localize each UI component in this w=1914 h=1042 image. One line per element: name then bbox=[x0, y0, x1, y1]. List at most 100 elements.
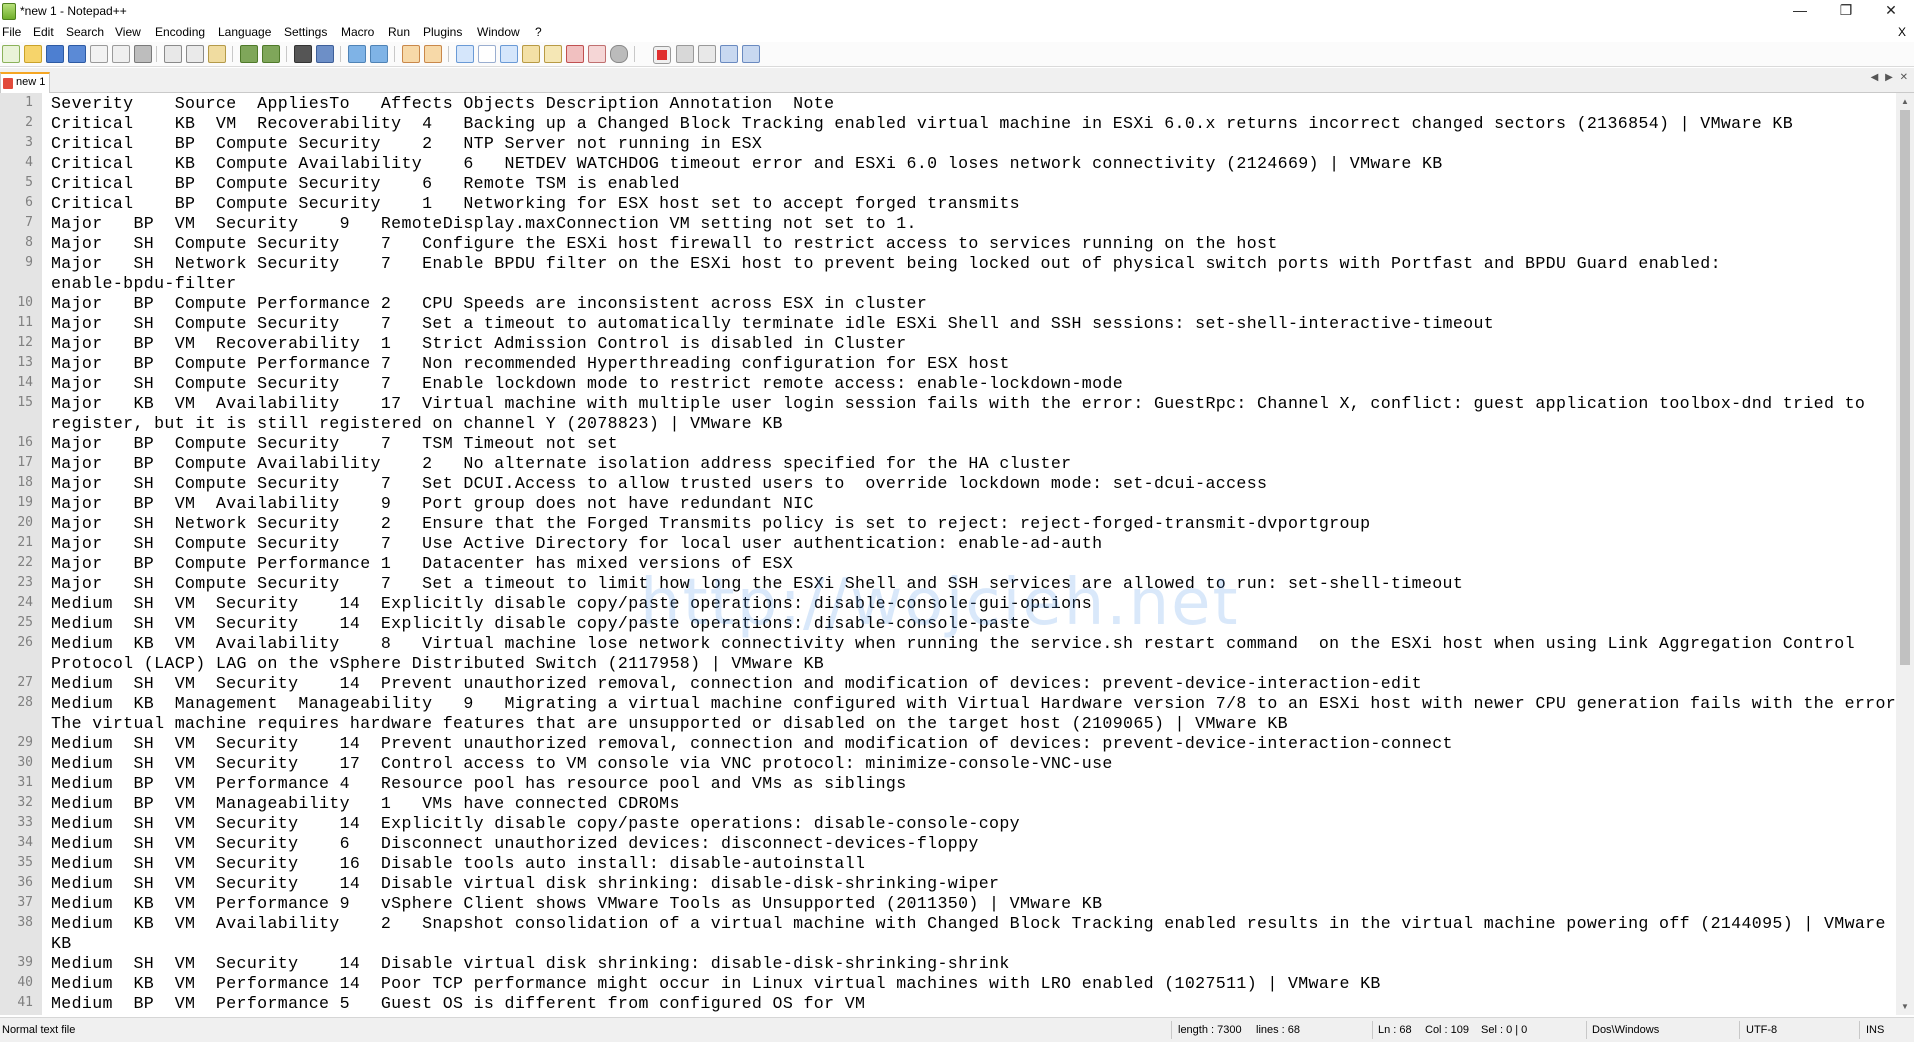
paste-icon[interactable] bbox=[208, 45, 226, 63]
editor-line[interactable]: The virtual machine requires hardware fe… bbox=[0, 713, 1896, 733]
playback-icon[interactable] bbox=[698, 45, 716, 63]
find-icon[interactable] bbox=[294, 45, 312, 63]
editor-line[interactable]: 14 Major SH Compute Security 7 Enable loc… bbox=[0, 373, 1896, 393]
zoom-in-icon[interactable] bbox=[348, 45, 366, 63]
line-text[interactable]: Medium SH VM Security 17 Control access … bbox=[51, 754, 1113, 773]
line-text[interactable]: Major SH Compute Security 7 Configure th… bbox=[51, 234, 1278, 253]
sync-vertical-icon[interactable] bbox=[402, 45, 420, 63]
editor-line[interactable]: 1 Severity Source AppliesTo Affects Objec… bbox=[0, 93, 1896, 113]
line-text[interactable]: Major SH Network Security 2 Ensure that … bbox=[51, 514, 1370, 533]
line-text[interactable]: Major BP Compute Availability 2 No alter… bbox=[51, 454, 1071, 473]
menu-help[interactable]: ? bbox=[535, 25, 542, 39]
indent-guide-icon[interactable] bbox=[500, 45, 518, 63]
editor-line[interactable]: 5 Critical BP Compute Security 6 Remote T… bbox=[0, 173, 1896, 193]
editor-line[interactable]: 19 Major BP VM Availability 9 Port group … bbox=[0, 493, 1896, 513]
editor-line[interactable]: 2 Critical KB VM Recoverability 4 Backing… bbox=[0, 113, 1896, 133]
editor-line[interactable]: 21 Major SH Compute Security 7 Use Active… bbox=[0, 533, 1896, 553]
scroll-down-icon[interactable]: ▼ bbox=[1896, 998, 1914, 1015]
line-text[interactable]: Major BP VM Security 9 RemoteDisplay.max… bbox=[51, 214, 917, 233]
editor[interactable]: 1 Severity Source AppliesTo Affects Objec… bbox=[0, 93, 1896, 1015]
line-text[interactable]: Critical BP Compute Security 1 Networkin… bbox=[51, 194, 1020, 213]
menu-edit[interactable]: Edit bbox=[33, 25, 54, 39]
line-text[interactable]: Medium BP VM Manageability 1 VMs have co… bbox=[51, 794, 680, 813]
document-map-icon[interactable] bbox=[544, 45, 562, 63]
stop-recording-icon[interactable] bbox=[676, 45, 694, 63]
open-file-icon[interactable] bbox=[24, 45, 42, 63]
editor-line[interactable]: 38 Medium KB VM Availability 2 Snapshot c… bbox=[0, 913, 1896, 933]
line-text[interactable]: Major BP VM Availability 9 Port group do… bbox=[51, 494, 814, 513]
line-text[interactable]: Major SH Compute Security 7 Set DCUI.Acc… bbox=[51, 474, 1267, 493]
print-icon[interactable] bbox=[134, 45, 152, 63]
monitoring-icon[interactable] bbox=[610, 45, 628, 63]
copy-icon[interactable] bbox=[186, 45, 204, 63]
maximize-button[interactable]: ❐ bbox=[1823, 0, 1869, 22]
line-text[interactable]: Severity Source AppliesTo Affects Object… bbox=[51, 94, 834, 113]
menu-settings[interactable]: Settings bbox=[284, 25, 327, 39]
line-text[interactable]: Critical KB Compute Availability 6 NETDE… bbox=[51, 154, 1443, 173]
editor-line[interactable]: 34 Medium SH VM Security 6 Disconnect una… bbox=[0, 833, 1896, 853]
editor-line[interactable]: 36 Medium SH VM Security 14 Disable virtu… bbox=[0, 873, 1896, 893]
undo-icon[interactable] bbox=[240, 45, 258, 63]
line-text[interactable]: Critical BP Compute Security 6 Remote TS… bbox=[51, 174, 680, 193]
line-text[interactable]: Protocol (LACP) LAG on the vSphere Distr… bbox=[51, 654, 824, 673]
tab-scroll-arrows[interactable]: ◀ ▶ ✕ bbox=[1871, 72, 1910, 83]
status-eol[interactable]: Dos\Windows bbox=[1592, 1024, 1659, 1036]
menu-view[interactable]: View bbox=[115, 25, 141, 39]
minimize-button[interactable]: — bbox=[1777, 0, 1823, 22]
editor-line[interactable]: 7 Major BP VM Security 9 RemoteDisplay.ma… bbox=[0, 213, 1896, 233]
close-file-icon[interactable] bbox=[90, 45, 108, 63]
function-list-icon[interactable] bbox=[566, 45, 584, 63]
editor-line[interactable]: register, but it is still registered on … bbox=[0, 413, 1896, 433]
new-file-icon[interactable] bbox=[2, 45, 20, 63]
line-text[interactable]: Major BP Compute Performance 7 Non recom… bbox=[51, 354, 1010, 373]
editor-line[interactable]: 12 Major BP VM Recoverability 1 Strict Ad… bbox=[0, 333, 1896, 353]
line-text[interactable]: Medium KB VM Performance 9 vSphere Clien… bbox=[51, 894, 1102, 913]
redo-icon[interactable] bbox=[262, 45, 280, 63]
line-text[interactable]: enable-bpdu-filter bbox=[51, 274, 237, 293]
editor-line[interactable]: 13 Major BP Compute Performance 7 Non rec… bbox=[0, 353, 1896, 373]
status-insert-mode[interactable]: INS bbox=[1866, 1024, 1884, 1036]
run-macro-multiple-icon[interactable] bbox=[720, 45, 738, 63]
save-icon[interactable] bbox=[46, 45, 64, 63]
editor-line[interactable]: Protocol (LACP) LAG on the vSphere Distr… bbox=[0, 653, 1896, 673]
line-text[interactable]: Medium BP VM Performance 5 Guest OS is d… bbox=[51, 994, 865, 1013]
close-all-icon[interactable] bbox=[112, 45, 130, 63]
scrollbar-thumb[interactable] bbox=[1900, 110, 1910, 665]
line-text[interactable]: Medium SH VM Security 6 Disconnect unaut… bbox=[51, 834, 979, 853]
line-text[interactable]: Major SH Compute Security 7 Enable lockd… bbox=[51, 374, 1123, 393]
tab-new-1[interactable]: new 1 bbox=[0, 72, 50, 94]
editor-line[interactable]: 15 Major KB VM Availability 17 Virtual ma… bbox=[0, 393, 1896, 413]
line-text[interactable]: Major BP VM Recoverability 1 Strict Admi… bbox=[51, 334, 907, 353]
menu-macro[interactable]: Macro bbox=[341, 25, 374, 39]
editor-line[interactable]: 10 Major BP Compute Performance 2 CPU Spe… bbox=[0, 293, 1896, 313]
editor-line[interactable]: 33 Medium SH VM Security 14 Explicitly di… bbox=[0, 813, 1896, 833]
line-text[interactable]: register, but it is still registered on … bbox=[51, 414, 783, 433]
line-text[interactable]: Major KB VM Availability 17 Virtual mach… bbox=[51, 394, 1865, 413]
editor-line[interactable]: KB bbox=[0, 933, 1896, 953]
editor-line[interactable]: 6 Critical BP Compute Security 1 Networki… bbox=[0, 193, 1896, 213]
menu-encoding[interactable]: Encoding bbox=[155, 25, 205, 39]
status-encoding[interactable]: UTF-8 bbox=[1746, 1024, 1777, 1036]
line-text[interactable]: Medium KB VM Performance 14 Poor TCP per… bbox=[51, 974, 1381, 993]
editor-line[interactable]: 4 Critical KB Compute Availability 6 NETD… bbox=[0, 153, 1896, 173]
editor-line[interactable]: 32 Medium BP VM Manageability 1 VMs have … bbox=[0, 793, 1896, 813]
editor-line[interactable]: 8 Major SH Compute Security 7 Configure t… bbox=[0, 233, 1896, 253]
show-all-characters-icon[interactable] bbox=[478, 45, 496, 63]
line-text[interactable]: Medium SH VM Security 14 Explicitly disa… bbox=[51, 814, 1020, 833]
editor-line[interactable]: 39 Medium SH VM Security 14 Disable virtu… bbox=[0, 953, 1896, 973]
editor-line[interactable]: 27 Medium SH VM Security 14 Prevent unaut… bbox=[0, 673, 1896, 693]
line-text[interactable]: Major SH Compute Security 7 Set a timeou… bbox=[51, 314, 1494, 333]
editor-line[interactable]: enable-bpdu-filter bbox=[0, 273, 1896, 293]
menu-window[interactable]: Window bbox=[477, 25, 520, 39]
editor-line[interactable]: 17 Major BP Compute Availability 2 No alt… bbox=[0, 453, 1896, 473]
line-text[interactable]: Critical BP Compute Security 2 NTP Serve… bbox=[51, 134, 762, 153]
line-text[interactable]: Major BP Compute Security 7 TSM Timeout … bbox=[51, 434, 618, 453]
scroll-up-icon[interactable]: ▲ bbox=[1896, 93, 1914, 110]
editor-line[interactable]: 3 Critical BP Compute Security 2 NTP Serv… bbox=[0, 133, 1896, 153]
line-text[interactable]: Medium KB Management Manageability 9 Mig… bbox=[51, 694, 1896, 713]
editor-line[interactable]: 16 Major BP Compute Security 7 TSM Timeou… bbox=[0, 433, 1896, 453]
zoom-out-icon[interactable] bbox=[370, 45, 388, 63]
menu-language[interactable]: Language bbox=[218, 25, 271, 39]
record-macro-icon[interactable] bbox=[653, 46, 671, 64]
editor-line[interactable]: 40 Medium KB VM Performance 14 Poor TCP p… bbox=[0, 973, 1896, 993]
